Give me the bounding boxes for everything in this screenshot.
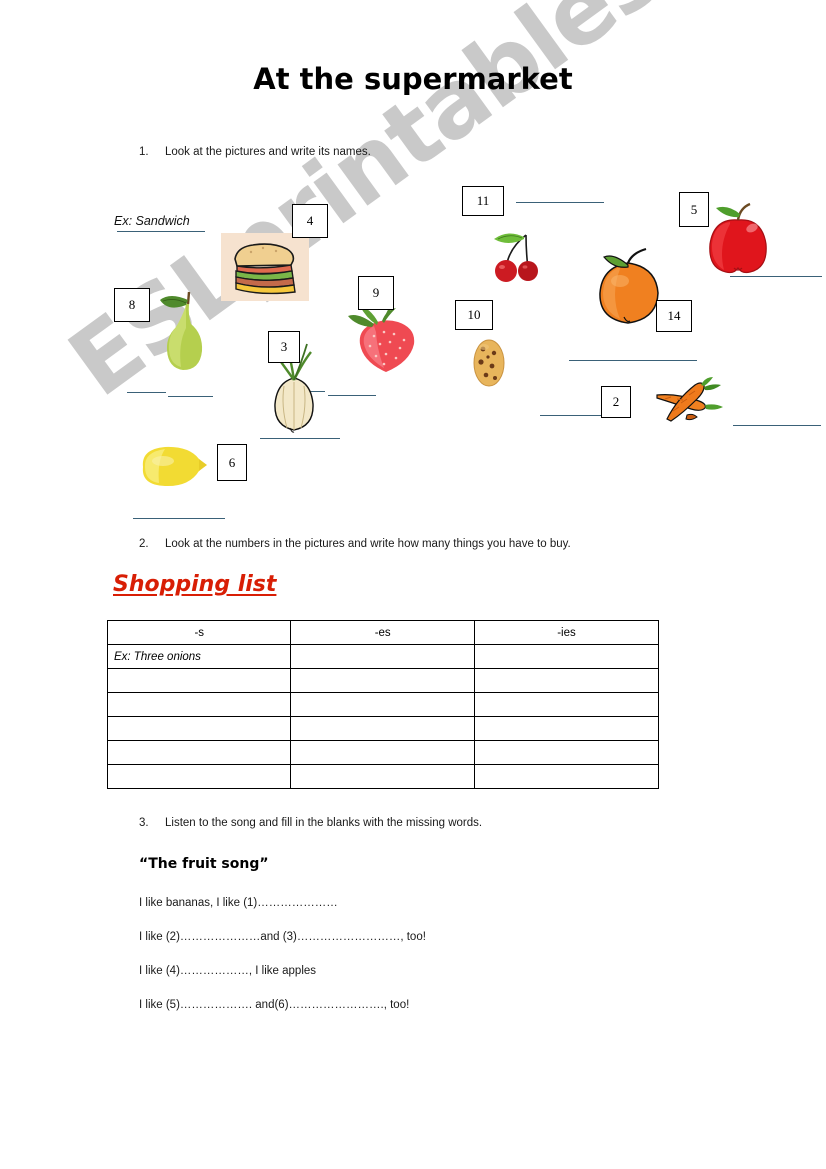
- shopping-list-heading: Shopping list: [113, 572, 277, 597]
- table-cell[interactable]: [290, 668, 475, 693]
- table-cell[interactable]: [473, 668, 660, 693]
- table-cell[interactable]: [290, 740, 475, 765]
- table-cell[interactable]: [106, 764, 292, 789]
- answer-line-lemon: [260, 438, 340, 439]
- number-box-sandwich[interactable]: 4: [292, 204, 328, 238]
- instruction-2-text: Look at the numbers in the pictures and …: [165, 538, 571, 550]
- table-cell[interactable]: [290, 764, 475, 789]
- picture-carrots: [651, 375, 731, 423]
- picture-pear: [148, 284, 218, 376]
- picture-apple: [700, 198, 776, 278]
- table-header-row: -s -es -ies: [106, 620, 660, 645]
- answer-line-pear-b: [168, 396, 213, 397]
- answer-line-example: [117, 231, 205, 232]
- instruction-3: 3. Listen to the song and fill in the bla…: [139, 817, 482, 829]
- number-box-apple[interactable]: 5: [679, 192, 709, 227]
- song-line-4: I like (5)………………. and(6)……………………., too!: [139, 999, 410, 1011]
- table-cell[interactable]: [106, 692, 292, 717]
- instruction-1-text: Look at the pictures and write its names…: [165, 146, 371, 158]
- worksheet-page: ESLprintables.com At the supermarket 1. L…: [0, 0, 826, 1169]
- table-row: [106, 764, 660, 789]
- instruction-3-text: Listen to the song and fill in the blank…: [165, 817, 483, 829]
- picture-strawberry: [344, 300, 428, 380]
- number-box-strawberry[interactable]: 9: [358, 276, 394, 310]
- song-line-3: I like (4)………………, I like apples: [139, 965, 317, 977]
- instruction-1: 1. Look at the pictures and write its nam…: [139, 146, 371, 158]
- table-cell[interactable]: [290, 692, 475, 717]
- table-header-es: -es: [290, 620, 475, 645]
- table-cell[interactable]: [473, 716, 660, 741]
- song-line-2: I like (2)…………………and (3)………………………, too!: [139, 931, 426, 943]
- picture-cherries: [486, 229, 548, 285]
- instruction-3-number: 3.: [139, 817, 149, 829]
- number-box-pear[interactable]: 8: [114, 288, 150, 322]
- answer-line-pear-a: [127, 392, 166, 393]
- table-row: [106, 668, 660, 693]
- picture-lemon: [131, 437, 213, 497]
- table-header-ies: -ies: [473, 620, 660, 645]
- table-row: [106, 692, 660, 717]
- answer-line-orange: [569, 360, 697, 361]
- number-box-orange[interactable]: 14: [656, 300, 692, 332]
- number-box-carrots[interactable]: 2: [601, 386, 631, 418]
- answer-line-bottom-left: [133, 518, 225, 519]
- song-line-1: I like bananas, I like (1)…………………: [139, 897, 338, 909]
- table-cell[interactable]: [106, 716, 292, 741]
- instruction-1-number: 1.: [139, 146, 149, 158]
- instruction-2: 2. Look at the numbers in the pictures an…: [139, 538, 571, 550]
- example-label: Ex: Sandwich: [114, 214, 190, 228]
- page-title: At the supermarket: [253, 62, 573, 96]
- table-cell[interactable]: [473, 644, 660, 669]
- number-box-onion[interactable]: 3: [268, 331, 300, 363]
- table-cell[interactable]: [106, 668, 292, 693]
- table-cell[interactable]: [290, 716, 475, 741]
- number-box-cherries[interactable]: 11: [462, 186, 504, 216]
- table-header-s: -s: [106, 620, 292, 645]
- table-row: Ex: Three onions: [106, 644, 660, 669]
- picture-cookie: [468, 335, 510, 391]
- answer-line-cherries: [516, 202, 604, 203]
- shopping-list-table: -s -es -ies Ex: Three onions: [106, 620, 660, 789]
- answer-line-onion-b: [328, 395, 376, 396]
- table-cell[interactable]: [473, 740, 660, 765]
- table-cell[interactable]: [473, 764, 660, 789]
- table-cell[interactable]: [473, 692, 660, 717]
- song-title: “The fruit song”: [139, 856, 269, 872]
- table-cell[interactable]: [290, 644, 475, 669]
- table-cell-example[interactable]: Ex: Three onions: [106, 644, 292, 669]
- answer-line-carrots: [733, 425, 821, 426]
- table-row: [106, 716, 660, 741]
- instruction-2-number: 2.: [139, 538, 149, 550]
- table-row: [106, 740, 660, 765]
- table-cell[interactable]: [106, 740, 292, 765]
- picture-sandwich: [221, 233, 309, 301]
- number-box-cookie[interactable]: 10: [455, 300, 493, 330]
- number-box-lemon[interactable]: 6: [217, 444, 247, 481]
